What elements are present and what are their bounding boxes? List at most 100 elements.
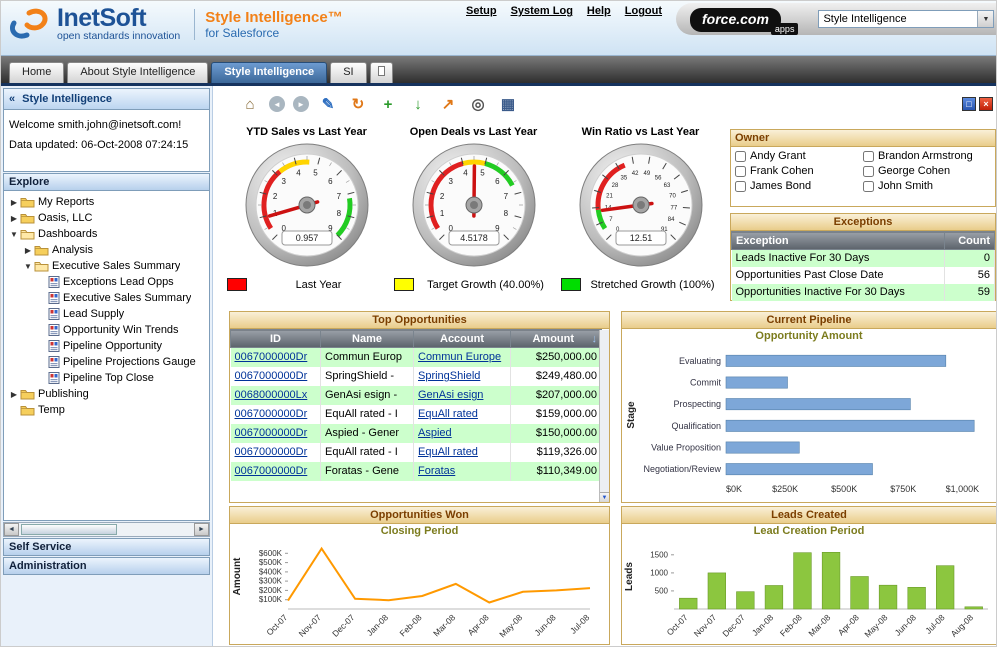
edit-icon[interactable]: ✎	[317, 94, 339, 114]
owner-checkbox[interactable]	[863, 181, 874, 192]
help-link[interactable]: Help	[587, 5, 611, 17]
home-icon[interactable]: ⌂	[239, 94, 261, 114]
account-link[interactable]: EquAll rated	[418, 446, 478, 458]
account-link[interactable]: GenAsi esign	[418, 389, 483, 401]
tree-item-analysis[interactable]: ▶Analysis	[4, 242, 209, 258]
owner-checkbox[interactable]	[735, 151, 746, 162]
owner-option-brandon-armstrong[interactable]: Brandon Armstrong	[863, 150, 991, 162]
tab-style-intelligence[interactable]: Style Intelligence	[211, 62, 327, 83]
owner-checkbox[interactable]	[863, 151, 874, 162]
scroll-right-icon[interactable]: ►	[194, 523, 209, 536]
tree-item-my-reports[interactable]: ▶My Reports	[4, 194, 209, 210]
opportunity-id-link[interactable]: 0067000000Dr	[235, 427, 308, 439]
tree-hscrollbar[interactable]: ◄ ►	[3, 522, 210, 537]
opportunity-id-link[interactable]: 0067000000Dr	[235, 408, 308, 420]
opportunity-id-link[interactable]: 0067000000Dr	[235, 446, 308, 458]
exception-row[interactable]: Opportunities Inactive For 30 Days59	[732, 284, 995, 301]
tree-item-publishing[interactable]: ▶Publishing	[4, 386, 209, 402]
exception-row[interactable]: Leads Inactive For 30 Days0	[732, 250, 995, 267]
scroll-down-icon[interactable]: ▼	[600, 492, 609, 502]
logout-link[interactable]: Logout	[625, 5, 662, 17]
tree-item-executive-sales-summary[interactable]: Executive Sales Summary	[4, 290, 209, 306]
export-icon[interactable]: ↗	[437, 94, 459, 114]
opportunity-row[interactable]: 0067000000DrCommun EuropCommun Europe$25…	[231, 348, 602, 367]
account-link[interactable]: Commun Europe	[418, 351, 501, 363]
collapse-icon[interactable]: ▼	[22, 262, 34, 271]
scroll-thumb[interactable]	[21, 524, 117, 535]
opportunity-row[interactable]: 0067000000DrForatas - GeneForatas$110,34…	[231, 462, 602, 481]
tree-item-exceptions-lead-opps[interactable]: Exceptions Lead Opps	[4, 274, 209, 290]
account-link[interactable]: Foratas	[418, 465, 455, 477]
opportunity-id-link[interactable]: 0067000000Dr	[235, 351, 308, 363]
explore-section-header[interactable]: Explore	[3, 173, 210, 191]
owner-checkbox[interactable]	[735, 166, 746, 177]
administration-section-header[interactable]: Administration	[3, 557, 210, 575]
owner-checkbox[interactable]	[735, 181, 746, 192]
expand-icon[interactable]: ▶	[8, 390, 20, 399]
tab-about-style-intelligence[interactable]: About Style Intelligence	[67, 62, 208, 83]
setup-link[interactable]: Setup	[466, 5, 497, 17]
previous-icon[interactable]: ◄	[269, 96, 285, 112]
tree-item-dashboards[interactable]: ▼Dashboards	[4, 226, 209, 242]
tree-item-opportunity-win-trends[interactable]: Opportunity Win Trends	[4, 322, 209, 338]
sidebar-header[interactable]: «Style Intelligence	[3, 88, 210, 110]
close-window-button[interactable]: ×	[979, 97, 993, 111]
owner-option-frank-cohen[interactable]: Frank Cohen	[735, 165, 863, 177]
tree-item-temp[interactable]: Temp	[4, 402, 209, 418]
refresh-icon[interactable]: ↻	[347, 94, 369, 114]
tree-item-lead-supply[interactable]: Lead Supply	[4, 306, 209, 322]
account-link[interactable]: SpringShield	[418, 370, 480, 382]
exceptions-col-count[interactable]: Count	[945, 232, 995, 250]
restore-window-button[interactable]: □	[962, 97, 976, 111]
account-link[interactable]: EquAll rated	[418, 408, 478, 420]
exceptions-col-exception[interactable]: Exception	[732, 232, 945, 250]
tree-item-pipeline-projections-gauge[interactable]: Pipeline Projections Gauge	[4, 354, 209, 370]
system-log-link[interactable]: System Log	[511, 5, 573, 17]
owner-option-andy-grant[interactable]: Andy Grant	[735, 150, 863, 162]
owner-checkbox[interactable]	[863, 166, 874, 177]
topopps-col-account[interactable]: Account	[414, 330, 511, 348]
opportunity-row[interactable]: 0068000000LxGenAsi esign -GenAsi esign$2…	[231, 386, 602, 405]
opportunity-id-link[interactable]: 0067000000Dr	[235, 465, 308, 477]
account-link[interactable]: Aspied	[418, 427, 452, 439]
expand-icon[interactable]: ▶	[8, 214, 20, 223]
import-icon[interactable]: ↓	[407, 94, 429, 114]
topopps-col-id[interactable]: ID	[231, 330, 321, 348]
tree-item-pipeline-opportunity[interactable]: Pipeline Opportunity	[4, 338, 209, 354]
expand-icon[interactable]: ▶	[8, 198, 20, 207]
exception-row[interactable]: Opportunities Past Close Date56	[732, 267, 995, 284]
owner-option-john-smith[interactable]: John Smith	[863, 180, 991, 192]
topopps-col-amount[interactable]: Amount↓	[511, 330, 602, 348]
self-service-section-header[interactable]: Self Service	[3, 538, 210, 556]
tab-home[interactable]: Home	[9, 62, 64, 83]
opportunity-id-link[interactable]: 0068000000Lx	[235, 389, 308, 401]
chevron-down-icon[interactable]: ▼	[977, 11, 993, 27]
tree-item-executive-sales-summary[interactable]: ▼Executive Sales Summary	[4, 258, 209, 274]
exceptions-panel-header: Exceptions	[731, 214, 995, 231]
opportunity-id-link[interactable]: 0067000000Dr	[235, 370, 308, 382]
tab-si[interactable]: SI	[330, 62, 366, 83]
opportunity-row[interactable]: 0067000000DrSpringShield -SpringShield$2…	[231, 367, 602, 386]
sort-desc-icon[interactable]: ↓	[592, 333, 598, 345]
opportunity-row[interactable]: 0067000000DrAspied - GenerAspied$150,000…	[231, 424, 602, 443]
save-icon[interactable]: ▦	[497, 94, 519, 114]
table-vscrollbar[interactable]: ▼	[599, 330, 609, 502]
preview-icon[interactable]: ◎	[467, 94, 489, 114]
tree-item-oasis-llc[interactable]: ▶Oasis, LLC	[4, 210, 209, 226]
leads-chart-title: Lead Creation Period	[622, 524, 996, 539]
next-icon[interactable]: ►	[293, 96, 309, 112]
collapse-sidebar-icon[interactable]: «	[9, 93, 15, 105]
topopps-col-name[interactable]: Name	[321, 330, 414, 348]
owner-option-george-cohen[interactable]: George Cohen	[863, 165, 991, 177]
tree-item-pipeline-top-close[interactable]: Pipeline Top Close	[4, 370, 209, 386]
add-viewsheet-icon[interactable]: +	[377, 94, 399, 114]
collapse-icon[interactable]: ▼	[8, 230, 20, 239]
owner-option-james-bond[interactable]: James Bond	[735, 180, 863, 192]
new-tab-stub[interactable]	[370, 62, 393, 83]
expand-icon[interactable]: ▶	[22, 246, 34, 255]
app-selector-dropdown[interactable]: Style Intelligence ▼	[818, 10, 994, 28]
opportunity-row[interactable]: 0067000000DrEquAll rated - IEquAll rated…	[231, 405, 602, 424]
svg-text:Feb-08: Feb-08	[397, 612, 423, 638]
opportunity-row[interactable]: 0067000000DrEquAll rated - IEquAll rated…	[231, 443, 602, 462]
scroll-left-icon[interactable]: ◄	[4, 523, 19, 536]
